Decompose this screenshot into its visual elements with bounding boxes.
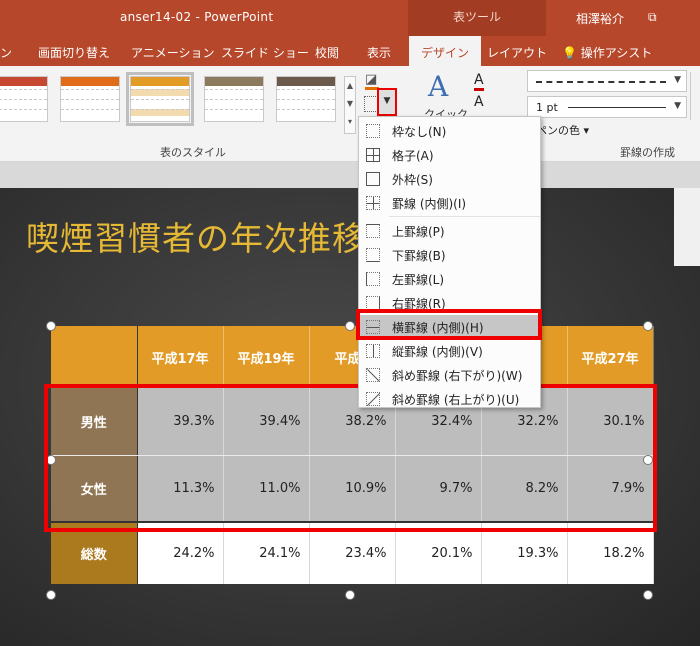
resize-handle[interactable] bbox=[46, 321, 56, 331]
dashed-line-preview bbox=[536, 81, 666, 83]
menu-item-label: 外枠(S) bbox=[392, 173, 433, 187]
quick-styles-icon[interactable]: A bbox=[428, 70, 448, 103]
menu-item-label: 左罫線(L) bbox=[392, 273, 445, 287]
restore-icon[interactable]: ⧉ bbox=[648, 10, 657, 25]
menu-item-label: 斜め罫線 (右上がり)(U) bbox=[392, 393, 520, 407]
menu-item-label: 縦罫線 (内側)(V) bbox=[392, 345, 483, 359]
tab-tell-me[interactable]: 💡 操作アシスト bbox=[562, 44, 652, 61]
chevron-down-icon: ▼ bbox=[383, 96, 391, 106]
table-tools-label: 表ツール bbox=[408, 0, 546, 36]
menu-item-label: 斜め罫線 (右下がり)(W) bbox=[392, 369, 523, 383]
lightbulb-icon: 💡 bbox=[562, 46, 577, 60]
pen-color-label: ペンの色 bbox=[536, 124, 580, 137]
no-border-icon bbox=[366, 124, 380, 138]
ribbon-edge bbox=[690, 72, 700, 120]
table-style-thumb-selected[interactable] bbox=[126, 72, 194, 126]
menu-item-inside-vertical-border[interactable]: 縦罫線 (内側)(V) bbox=[359, 339, 540, 363]
pen-color-button[interactable]: ペンの色 ▾ bbox=[536, 122, 589, 138]
top-border-icon bbox=[366, 224, 380, 238]
ribbon: ▲ ▼ ▾ 表のスタイル ◪ A クイック A A ▼ 1 pt ▼ ペンの色 ▾ … bbox=[0, 66, 700, 162]
diagonal-down-border-icon bbox=[366, 368, 380, 382]
highlight-selected-rows bbox=[44, 384, 657, 532]
table-corner-cell[interactable] bbox=[51, 326, 138, 388]
right-border-icon bbox=[366, 296, 380, 310]
resize-handle[interactable] bbox=[643, 590, 653, 600]
tab-table-design[interactable]: デザイン bbox=[409, 36, 482, 67]
ribbon-tabs: ン 画面切り替え アニメーション スライド ショー 校閲 表示 デザイン レイア… bbox=[0, 36, 700, 67]
user-name[interactable]: 相澤裕介 bbox=[576, 10, 624, 27]
inside-borders-icon bbox=[366, 196, 380, 210]
table-header-row: 平成17年 平成19年 平成2 年 平成27年 bbox=[51, 326, 654, 388]
table-header-cell[interactable]: 平成17年 bbox=[137, 326, 224, 388]
document-title: anser14-02 - PowerPoint bbox=[120, 10, 274, 24]
bottom-border-icon bbox=[366, 248, 380, 262]
table-style-thumb[interactable] bbox=[60, 76, 120, 122]
all-borders-icon bbox=[366, 148, 380, 162]
shading-bucket-icon[interactable]: ◪ bbox=[365, 72, 381, 88]
menu-item-no-border[interactable]: 枠なし(N) bbox=[359, 119, 540, 143]
group-label-table-styles: 表のスタイル bbox=[160, 146, 226, 159]
tab-design-partial[interactable]: ン bbox=[0, 44, 12, 61]
text-fill-icon[interactable]: A bbox=[474, 72, 484, 91]
menu-item-label: 格子(A) bbox=[392, 149, 434, 163]
table-style-thumb[interactable] bbox=[204, 76, 264, 122]
menu-separator bbox=[389, 216, 540, 217]
table-style-thumb[interactable] bbox=[0, 76, 48, 122]
table-header-cell[interactable]: 平成19年 bbox=[223, 326, 310, 388]
tab-animations[interactable]: アニメーション bbox=[131, 44, 215, 61]
menu-item-all-borders[interactable]: 格子(A) bbox=[359, 143, 540, 167]
table-style-thumb[interactable] bbox=[276, 76, 336, 122]
slide-top-strip bbox=[0, 162, 700, 188]
menu-item-inside-borders[interactable]: 罫線 (内側)(I) bbox=[359, 191, 540, 215]
resize-handle[interactable] bbox=[345, 321, 355, 331]
table-header-cell[interactable]: 平成27年 bbox=[567, 326, 654, 388]
pen-weight-value: 1 pt bbox=[536, 101, 558, 114]
diagonal-up-border-icon bbox=[366, 392, 380, 406]
text-outline-icon[interactable]: A bbox=[474, 94, 484, 110]
inside-vertical-border-icon bbox=[366, 344, 380, 358]
tab-slideshow[interactable]: スライド ショー bbox=[221, 44, 309, 61]
resize-handle[interactable] bbox=[643, 321, 653, 331]
menu-item-bottom-border[interactable]: 下罫線(B) bbox=[359, 243, 540, 267]
menu-item-label: 罫線 (内側)(I) bbox=[392, 197, 467, 211]
solid-line-preview bbox=[568, 107, 666, 108]
menu-item-outside-borders[interactable]: 外枠(S) bbox=[359, 167, 540, 191]
title-bar: anser14-02 - PowerPoint 表ツール 相澤裕介 ⧉ bbox=[0, 0, 700, 36]
menu-item-label: 枠なし(N) bbox=[392, 125, 447, 139]
highlight-menu-item bbox=[356, 309, 542, 340]
tab-transitions[interactable]: 画面切り替え bbox=[38, 44, 110, 61]
menu-item-top-border[interactable]: 上罫線(P) bbox=[359, 219, 540, 243]
menu-item-left-border[interactable]: 左罫線(L) bbox=[359, 267, 540, 291]
borders-menu: 枠なし(N) 格子(A) 外枠(S) 罫線 (内側)(I) 上罫線(P) 下罫線… bbox=[358, 116, 541, 408]
chevron-down-icon: ▼ bbox=[674, 101, 681, 111]
right-edge-panel bbox=[674, 188, 700, 266]
pen-style-select[interactable]: ▼ bbox=[527, 70, 687, 92]
tab-view[interactable]: 表示 bbox=[367, 44, 391, 61]
slide-title[interactable]: 喫煙習慣者の年次推移 bbox=[26, 212, 366, 260]
resize-handle[interactable] bbox=[46, 590, 56, 600]
menu-item-diagonal-up-border[interactable]: 斜め罫線 (右上がり)(U) bbox=[359, 387, 540, 411]
menu-item-label: 下罫線(B) bbox=[392, 249, 446, 263]
tab-review[interactable]: 校閲 bbox=[315, 44, 339, 61]
outside-borders-icon bbox=[366, 172, 380, 186]
gallery-scroll[interactable]: ▲ ▼ ▾ bbox=[344, 76, 356, 134]
borders-dropdown-button[interactable]: ▼ bbox=[377, 88, 397, 116]
menu-item-label: 上罫線(P) bbox=[392, 225, 445, 239]
left-border-icon bbox=[366, 272, 380, 286]
tab-table-layout[interactable]: レイアウト bbox=[487, 44, 547, 61]
menu-item-diagonal-down-border[interactable]: 斜め罫線 (右下がり)(W) bbox=[359, 363, 540, 387]
pen-weight-select[interactable]: 1 pt ▼ bbox=[527, 96, 687, 118]
chevron-down-icon: ▼ bbox=[674, 75, 681, 85]
tell-me-label: 操作アシスト bbox=[580, 46, 653, 60]
group-label-draw-borders: 罫線の作成 bbox=[620, 146, 675, 159]
resize-handle[interactable] bbox=[345, 590, 355, 600]
